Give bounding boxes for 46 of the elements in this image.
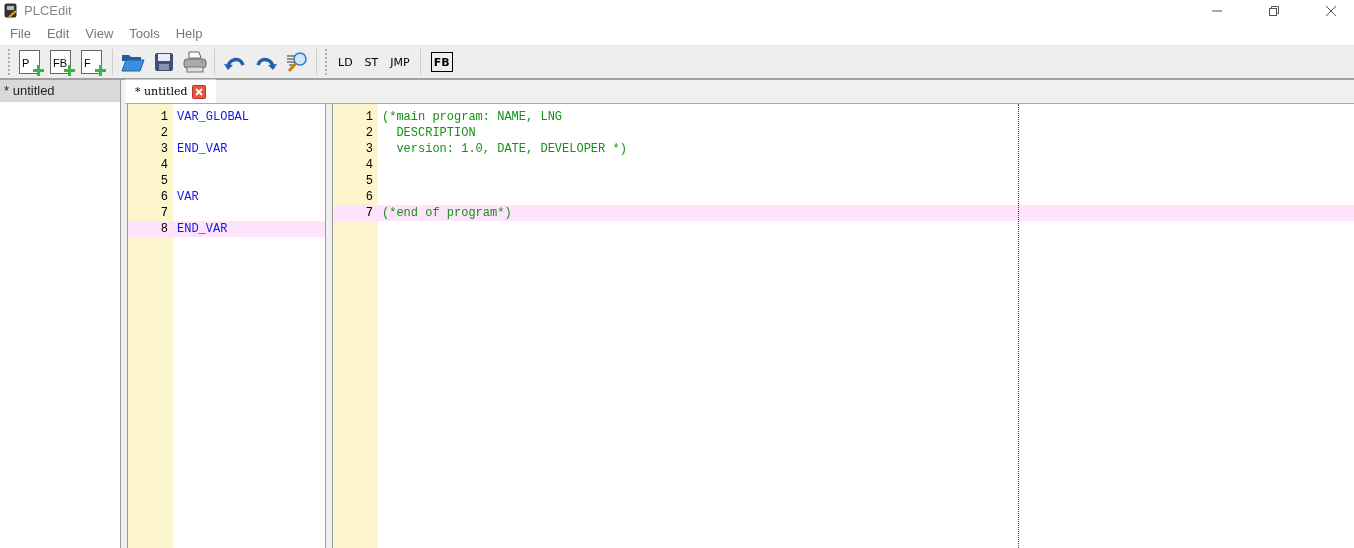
- code-line: END_VAR: [177, 142, 228, 156]
- menu-item[interactable]: Help: [167, 23, 211, 44]
- language-button[interactable]: ST: [358, 50, 385, 74]
- printer-icon: [182, 51, 207, 73]
- code-line: END_VAR: [177, 222, 228, 236]
- app-icon: [4, 3, 18, 19]
- restore-icon[interactable]: [1268, 5, 1280, 17]
- code-line: DESCRIPTION: [395, 126, 476, 140]
- language-button[interactable]: JMP: [384, 50, 416, 74]
- close-icon[interactable]: [1325, 5, 1337, 17]
- plus-icon: [33, 65, 44, 76]
- code-line: VAR: [177, 190, 199, 204]
- language-button[interactable]: LD: [332, 50, 359, 74]
- line-number: 3: [364, 141, 374, 157]
- line-number: 4: [159, 157, 169, 173]
- plus-icon: [64, 65, 75, 76]
- code-line: VAR_GLOBAL: [177, 110, 249, 124]
- menu-item[interactable]: Edit: [38, 23, 78, 44]
- line-number: 5: [159, 173, 169, 189]
- line-number: 1: [364, 109, 374, 125]
- line-number: 4: [364, 157, 374, 173]
- line-number: 2: [159, 125, 169, 141]
- open-folder-icon: [120, 52, 145, 72]
- window-title: PLCEdit: [24, 2, 72, 21]
- menu-item[interactable]: Tools: [121, 23, 168, 44]
- editor-tab[interactable]: * untitled: [125, 79, 216, 103]
- code-line: (*end of program*): [382, 206, 512, 220]
- code-line: (*main program: NAME, LNG: [382, 110, 563, 124]
- menu-item[interactable]: File: [2, 23, 39, 44]
- plus-icon: [95, 65, 106, 76]
- line-number: 7: [333, 205, 378, 221]
- close-icon[interactable]: [191, 84, 206, 99]
- function-block-button[interactable]: FB: [430, 52, 453, 72]
- file-list-item[interactable]: * untitled: [0, 80, 120, 102]
- menu-item[interactable]: View: [77, 23, 122, 44]
- search-icon: [285, 51, 308, 73]
- line-number: 3: [159, 141, 169, 157]
- line-number: 8: [128, 221, 173, 237]
- line-number: 6: [364, 189, 374, 205]
- line-number: 7: [159, 205, 169, 221]
- line-number: 5: [364, 173, 374, 189]
- line-number: 2: [364, 125, 374, 141]
- line-number: 1: [159, 109, 169, 125]
- line-number: 6: [159, 189, 169, 205]
- code-line: version: 1.0, DATE, DEVELOPER *): [395, 142, 627, 156]
- save-icon: [153, 52, 174, 72]
